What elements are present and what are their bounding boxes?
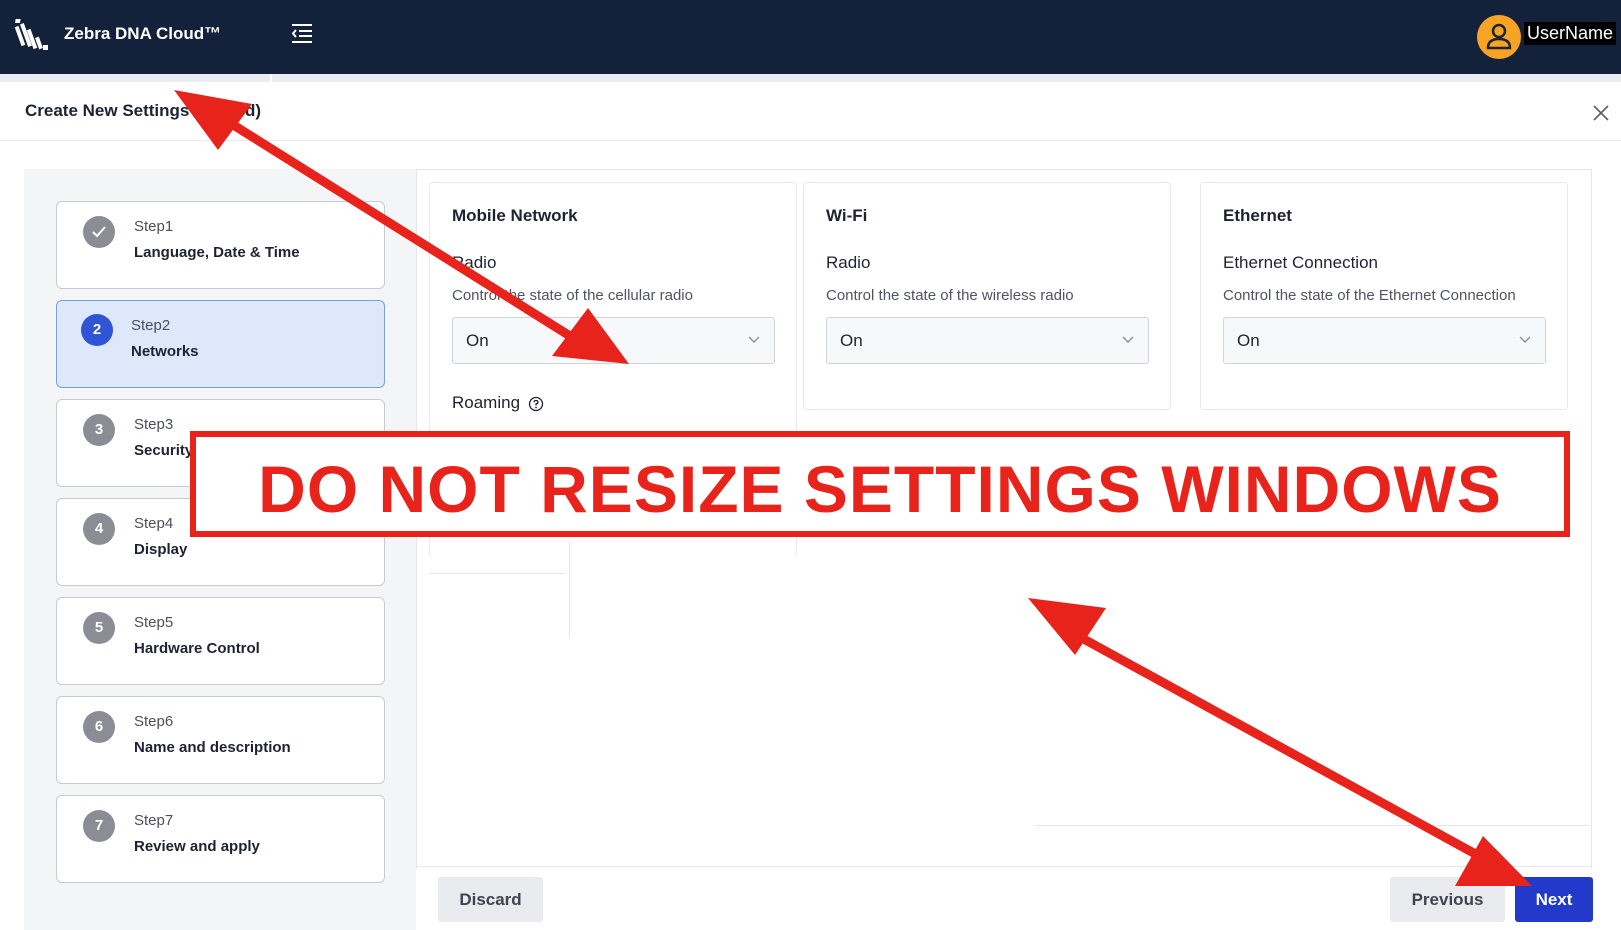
select-value: On [840, 331, 863, 350]
wifi-radio-select[interactable]: On [826, 317, 1149, 364]
panel-edge [569, 542, 570, 638]
footer-divider [416, 866, 1592, 867]
checkmark-icon [92, 226, 106, 238]
header-divider [0, 140, 1621, 141]
step-badge: 2 [81, 314, 113, 346]
step-number: Step2 [131, 317, 171, 334]
select-value: On [1237, 331, 1260, 350]
discard-button[interactable]: Discard [438, 877, 543, 922]
menu-collapse-icon[interactable] [290, 22, 314, 44]
step-name: Display [134, 541, 188, 558]
step-badge: 7 [83, 810, 115, 842]
step-name: Hardware Control [134, 640, 260, 657]
step-6-card[interactable]: 6 Step6 Name and description [56, 696, 385, 784]
field-label: Ethernet Connection [1223, 253, 1378, 272]
step-name: Security [134, 442, 194, 459]
dialog-title: Create New Settings (Wizard) [25, 101, 261, 120]
card-title: Mobile Network [452, 206, 578, 225]
user-avatar-icon [1486, 23, 1512, 50]
step-2-card[interactable]: 2 Step2 Networks [56, 300, 385, 388]
step-name: Language, Date & Time [134, 244, 300, 261]
previous-button[interactable]: Previous [1390, 877, 1505, 922]
step-number: Step7 [134, 812, 174, 829]
step-completed-badge [83, 216, 115, 248]
step-number: Step4 [134, 515, 174, 532]
chevron-down-icon [748, 336, 760, 343]
warning-annotation-box: DO NOT RESIZE SETTINGS WINDOWS [190, 431, 1570, 537]
step-badge: 6 [83, 711, 115, 743]
ethernet-connection-select[interactable]: On [1223, 317, 1546, 364]
step-name: Review and apply [134, 838, 260, 855]
zebra-logo-icon[interactable] [14, 17, 50, 55]
step-number: Step5 [134, 614, 174, 631]
step-badge: 5 [83, 612, 115, 644]
step-badge: 3 [83, 414, 115, 446]
step-7-card[interactable]: 7 Step7 Review and apply [56, 795, 385, 883]
help-icon[interactable] [528, 396, 544, 412]
avatar[interactable] [1477, 15, 1521, 59]
step-number: Step3 [134, 416, 174, 433]
field-label: Radio [826, 253, 871, 272]
next-button[interactable]: Next [1515, 877, 1593, 922]
username-label[interactable]: UserName [1524, 22, 1617, 45]
card-title: Ethernet [1223, 206, 1292, 225]
top-bar: Zebra DNA Cloud™ UserName [0, 0, 1621, 74]
warning-annotation-text: DO NOT RESIZE SETTINGS WINDOWS [258, 452, 1502, 526]
panel-edge [1035, 825, 1590, 826]
step-1-card[interactable]: Step1 Language, Date & Time [56, 201, 385, 289]
wifi-card: Wi-Fi Radio Control the state of the wir… [803, 182, 1171, 410]
mobile-radio-select[interactable]: On [452, 317, 775, 364]
field-label: Radio [452, 253, 497, 272]
field-description: Control the state of the Ethernet Connec… [1223, 287, 1516, 304]
step-name: Name and description [134, 739, 291, 756]
field-description: Control the state of the cellular radio [452, 287, 693, 304]
sub-bar-divider [270, 74, 272, 82]
card-title: Wi-Fi [826, 206, 868, 225]
panel-edge [429, 573, 564, 574]
step-5-card[interactable]: 5 Step5 Hardware Control [56, 597, 385, 685]
step-badge: 4 [83, 513, 115, 545]
step-number: Step6 [134, 713, 174, 730]
chevron-down-icon [1519, 336, 1531, 343]
field-description: Control the state of the wireless radio [826, 287, 1074, 304]
step-name: Networks [131, 343, 199, 360]
chevron-down-icon [1122, 336, 1134, 343]
close-icon[interactable] [1591, 103, 1611, 123]
ethernet-card: Ethernet Ethernet Connection Control the… [1200, 182, 1568, 410]
roaming-label: Roaming [452, 393, 521, 412]
sub-bar [0, 74, 1621, 82]
app-title: Zebra DNA Cloud™ [64, 24, 222, 43]
step-number: Step1 [134, 218, 174, 235]
select-value: On [466, 331, 489, 350]
